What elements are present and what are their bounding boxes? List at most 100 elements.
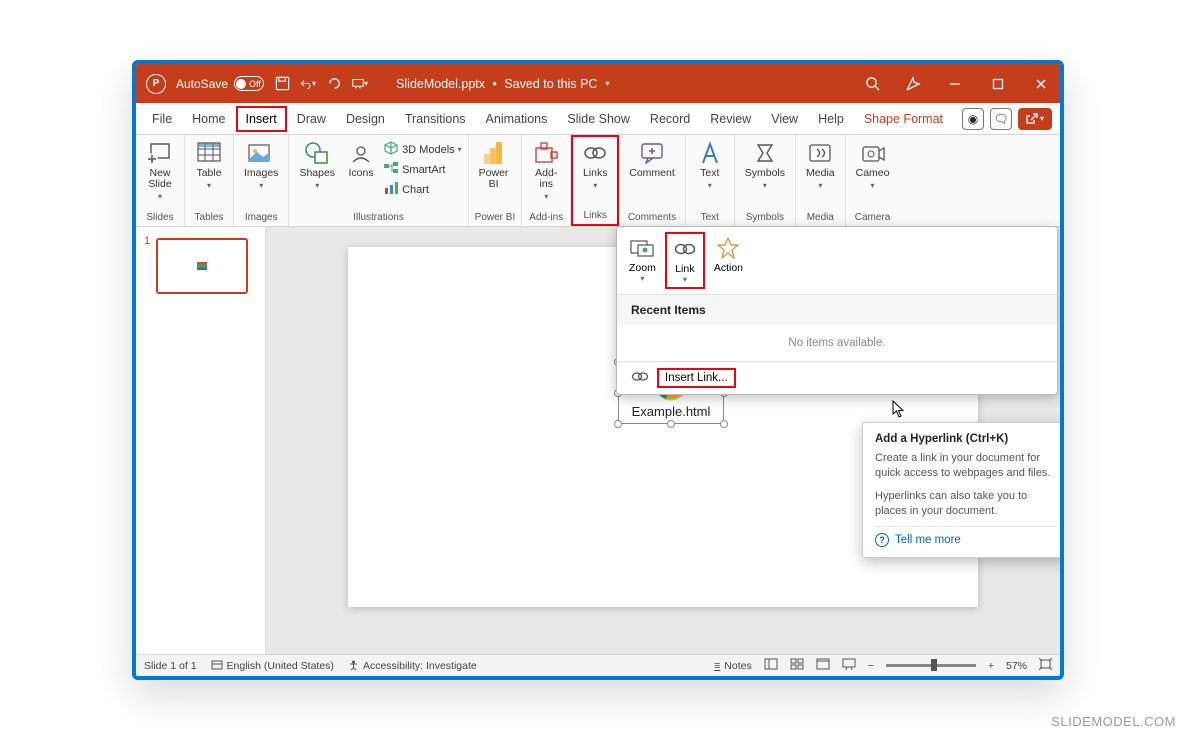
table-icon	[196, 140, 222, 166]
media-icon	[807, 140, 833, 166]
notes-toggle[interactable]: ≡Notes	[714, 660, 752, 672]
zoom-level[interactable]: 57%	[1006, 660, 1027, 672]
tab-shape-format[interactable]: Shape Format	[854, 106, 953, 132]
shapes-button[interactable]: Shapes▾	[295, 138, 339, 192]
link-button[interactable]: Link▾	[665, 232, 705, 289]
present-icon[interactable]: ▾	[352, 76, 368, 92]
powerpoint-icon: P	[146, 74, 166, 94]
comment-button[interactable]: Comment	[625, 138, 679, 181]
tab-design[interactable]: Design	[336, 106, 395, 132]
hyperlink-tooltip: Add a Hyperlink (Ctrl+K) Create a link i…	[862, 422, 1064, 558]
maximize-button[interactable]	[989, 75, 1007, 93]
addins-button[interactable]: Add- ins▾	[528, 138, 564, 203]
close-button[interactable]	[1032, 75, 1050, 93]
fit-to-window-button[interactable]	[1039, 658, 1052, 673]
slideshow-view-button[interactable]	[842, 658, 856, 673]
zoom-link-button[interactable]: Zoom▾	[622, 232, 663, 289]
symbols-icon	[752, 140, 778, 166]
minimize-button[interactable]	[946, 75, 964, 93]
new-slide-icon	[147, 140, 173, 166]
new-slide-button[interactable]: New Slide▾	[142, 138, 178, 203]
redo-icon[interactable]	[326, 76, 342, 92]
tab-animations[interactable]: Animations	[476, 106, 558, 132]
help-icon: ?	[875, 533, 889, 547]
powerbi-button[interactable]: Power BI	[475, 138, 513, 192]
app-window: P AutoSave Off ▾ ▾ SlideModel.pptx • Sav…	[132, 60, 1064, 680]
tooltip-text-1: Create a link in your document for quick…	[875, 451, 1057, 481]
chart-button[interactable]: Chart	[383, 180, 462, 199]
smartart-button[interactable]: SmartArt	[383, 160, 462, 179]
shapes-icon	[304, 140, 330, 166]
link-icon	[631, 370, 649, 386]
cursor-icon	[892, 400, 906, 421]
addins-icon	[533, 140, 559, 166]
cube-icon	[383, 141, 399, 158]
powerbi-icon	[481, 140, 507, 166]
images-button[interactable]: Images▾	[240, 138, 282, 192]
tab-slideshow[interactable]: Slide Show	[557, 106, 640, 132]
normal-view-button[interactable]	[764, 658, 778, 673]
autosave-label: AutoSave	[176, 77, 228, 91]
slide-thumbnails-panel[interactable]: 1	[136, 227, 266, 654]
slide-counter[interactable]: Slide 1 of 1	[144, 660, 197, 672]
share-button[interactable]: ▾	[1018, 108, 1052, 130]
tooltip-text-2: Hyperlinks can also take you to places i…	[875, 489, 1057, 519]
search-icon[interactable]	[864, 76, 880, 92]
slide-thumbnail-1[interactable]	[156, 238, 248, 294]
3d-models-button[interactable]: 3D Models▾	[383, 140, 462, 159]
recent-items-header: Recent Items	[617, 295, 1057, 325]
tab-record[interactable]: Record	[640, 106, 700, 132]
action-icon	[716, 236, 740, 260]
save-icon[interactable]	[274, 76, 290, 92]
tab-review[interactable]: Review	[700, 106, 761, 132]
autosave-toggle[interactable]: AutoSave Off	[176, 76, 264, 91]
designer-icon[interactable]	[905, 76, 921, 92]
table-button[interactable]: Table▾	[191, 138, 227, 192]
language-indicator[interactable]: English (United States)	[211, 660, 334, 672]
document-title[interactable]: SlideModel.pptx • Saved to this PC▾	[396, 77, 609, 91]
tab-view[interactable]: View	[761, 106, 808, 132]
symbols-button[interactable]: Symbols▾	[741, 138, 789, 192]
chart-icon	[383, 181, 399, 198]
ribbon-tabs: File Home Insert Draw Design Transitions…	[136, 103, 1060, 135]
tab-transitions[interactable]: Transitions	[395, 106, 476, 132]
zoom-slider[interactable]	[886, 664, 976, 667]
text-button[interactable]: Text▾	[692, 138, 728, 192]
images-icon	[248, 140, 274, 166]
zoom-icon	[630, 236, 654, 260]
tab-insert[interactable]: Insert	[236, 106, 287, 132]
status-bar: Slide 1 of 1 English (United States) Acc…	[136, 654, 1060, 676]
tab-file[interactable]: File	[142, 106, 182, 132]
smartart-icon	[383, 161, 399, 178]
sorter-view-button[interactable]	[790, 658, 804, 673]
tab-help[interactable]: Help	[808, 106, 854, 132]
links-button[interactable]: Links▾	[577, 138, 613, 192]
tab-home[interactable]: Home	[182, 106, 235, 132]
object-filename: Example.html	[623, 404, 719, 419]
action-button[interactable]: Action	[707, 232, 750, 289]
icons-button[interactable]: Icons	[343, 138, 379, 181]
reading-view-button[interactable]	[816, 658, 830, 673]
icons-icon	[348, 140, 374, 166]
undo-icon[interactable]: ▾	[300, 76, 316, 92]
links-dropdown: Zoom▾ Link▾ Action Recent Items No items…	[616, 226, 1058, 395]
cameo-button[interactable]: Cameo▾	[852, 138, 894, 192]
resize-handle[interactable]	[667, 420, 675, 428]
tell-me-more-link[interactable]: ? Tell me more	[875, 526, 1057, 547]
record-indicator-button[interactable]: ◉	[962, 108, 984, 130]
link-icon	[673, 237, 697, 261]
tab-draw[interactable]: Draw	[287, 106, 336, 132]
zoom-in-button[interactable]: +	[988, 660, 994, 672]
zoom-out-button[interactable]: −	[868, 660, 874, 672]
title-bar: P AutoSave Off ▾ ▾ SlideModel.pptx • Sav…	[136, 64, 1060, 103]
media-button[interactable]: Media▾	[802, 138, 839, 192]
insert-link-menuitem[interactable]: Insert Link...	[617, 361, 1057, 394]
resize-handle[interactable]	[614, 420, 622, 428]
comments-pane-button[interactable]: 🗨	[990, 108, 1012, 130]
accessibility-indicator[interactable]: Accessibility: Investigate	[348, 660, 477, 672]
tooltip-title: Add a Hyperlink (Ctrl+K)	[875, 433, 1057, 445]
ribbon: New Slide▾ Slides Table▾ Tables Images▾ …	[136, 135, 1060, 227]
comment-icon	[639, 140, 665, 166]
resize-handle[interactable]	[720, 420, 728, 428]
recent-items-empty: No items available.	[617, 325, 1057, 361]
